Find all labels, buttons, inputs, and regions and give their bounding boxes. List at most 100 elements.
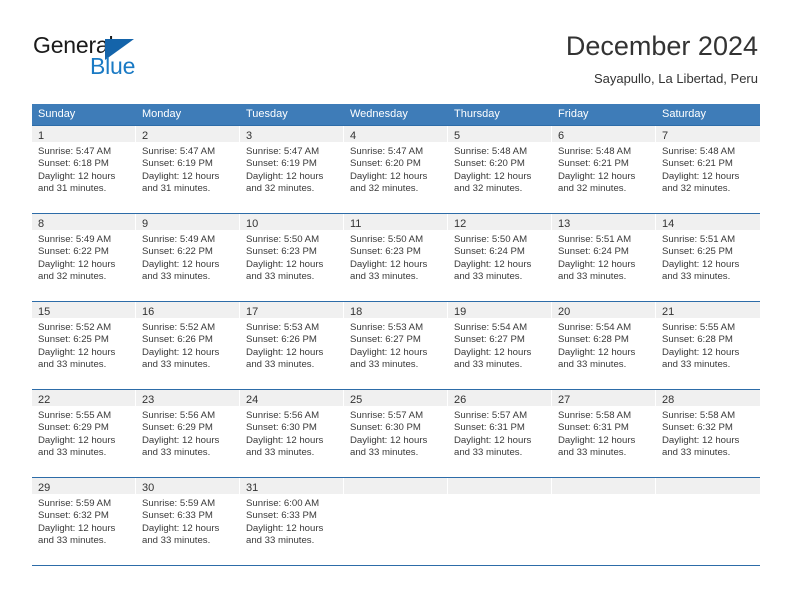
daylight-text-line2: and 33 minutes. [662,447,731,459]
day-number-band: 21 [656,302,760,318]
day-cell[interactable]: 4 Sunrise: 5:47 AM Sunset: 6:20 PM Daylight… [344,126,448,213]
day-cell[interactable]: 25 Sunrise: 5:57 AM Sunset: 6:30 PM Dayligh… [344,390,448,477]
daylight-text-line2: and 32 minutes. [350,183,419,195]
day-cell[interactable]: 26 Sunrise: 5:57 AM Sunset: 6:31 PM Dayligh… [448,390,552,477]
sunrise-text: Sunrise: 5:48 AM [662,146,736,157]
day-number-band: 14 [656,214,760,230]
day-info: Sunrise: 5:47 AM Sunset: 6:20 PM Daylight:… [344,142,447,196]
daylight-text-line2: and 33 minutes. [558,271,627,283]
daylight-text-line2: and 33 minutes. [454,359,523,371]
day-cell[interactable]: 14 Sunrise: 5:51 AM Sunset: 6:25 PM Dayligh… [656,214,760,301]
day-cell[interactable]: 28 Sunrise: 5:58 AM Sunset: 6:32 PM Dayligh… [656,390,760,477]
day-number-band: 27 [552,390,655,406]
day-cell[interactable]: 31 Sunrise: 6:00 AM Sunset: 6:33 PM Dayligh… [240,478,344,565]
sunrise-text: Sunrise: 5:47 AM [246,146,320,157]
day-cell-empty [448,478,552,565]
sunrise-text: Sunrise: 5:54 AM [558,322,632,333]
day-number: 28 [662,394,675,406]
daylight-text-line1: Daylight: 12 hours [38,170,116,182]
sunset-text: Sunset: 6:19 PM [246,158,317,170]
day-number: 19 [454,306,467,318]
day-number: 16 [142,306,155,318]
day-cell[interactable]: 19 Sunrise: 5:54 AM Sunset: 6:27 PM Dayligh… [448,302,552,389]
day-cell[interactable]: 7 Sunrise: 5:48 AM Sunset: 6:21 PM Daylight… [656,126,760,213]
daylight-text-line2: and 31 minutes. [38,183,107,195]
sunset-text: Sunset: 6:32 PM [662,422,733,434]
day-number: 4 [350,130,357,142]
day-cell[interactable]: 21 Sunrise: 5:55 AM Sunset: 6:28 PM Dayligh… [656,302,760,389]
sunrise-text: Sunrise: 5:50 AM [246,234,320,245]
day-cell[interactable]: 5 Sunrise: 5:48 AM Sunset: 6:20 PM Daylight… [448,126,552,213]
day-info: Sunrise: 5:48 AM Sunset: 6:21 PM Daylight:… [656,142,760,196]
daylight-text-line2: and 33 minutes. [350,271,419,283]
sunrise-text: Sunrise: 5:52 AM [38,322,112,333]
day-info: Sunrise: 5:47 AM Sunset: 6:19 PM Daylight:… [240,142,343,196]
day-number-band: 18 [344,302,447,318]
logo-word-blue: Blue [90,53,136,79]
day-number-band: 11 [344,214,447,230]
sunset-text: Sunset: 6:22 PM [142,246,213,258]
daylight-text-line2: and 33 minutes. [662,359,731,371]
day-cell[interactable]: 23 Sunrise: 5:56 AM Sunset: 6:29 PM Dayligh… [136,390,240,477]
daylight-text-line2: and 32 minutes. [454,183,523,195]
daylight-text-line2: and 32 minutes. [38,271,107,283]
day-info: Sunrise: 5:49 AM Sunset: 6:22 PM Daylight:… [32,230,135,284]
day-cell[interactable]: 9 Sunrise: 5:49 AM Sunset: 6:22 PM Daylight… [136,214,240,301]
day-cell[interactable]: 20 Sunrise: 5:54 AM Sunset: 6:28 PM Dayligh… [552,302,656,389]
sunrise-text: Sunrise: 5:55 AM [38,410,112,421]
day-info: Sunrise: 5:48 AM Sunset: 6:21 PM Daylight:… [552,142,655,196]
day-cell[interactable]: 1 Sunrise: 5:47 AM Sunset: 6:18 PM Daylight… [32,126,136,213]
day-cell[interactable]: 30 Sunrise: 5:59 AM Sunset: 6:33 PM Dayligh… [136,478,240,565]
sunrise-text: Sunrise: 5:54 AM [454,322,528,333]
day-number-band [656,478,760,494]
day-cell[interactable]: 16 Sunrise: 5:52 AM Sunset: 6:26 PM Dayligh… [136,302,240,389]
day-cell[interactable]: 10 Sunrise: 5:50 AM Sunset: 6:23 PM Dayligh… [240,214,344,301]
day-info: Sunrise: 5:59 AM Sunset: 6:33 PM Daylight:… [136,494,239,548]
day-number: 22 [38,394,51,406]
daylight-text-line1: Daylight: 12 hours [142,170,220,182]
day-number-band: 4 [344,126,447,142]
calendar-week-row: 22 Sunrise: 5:55 AM Sunset: 6:29 PM Dayligh… [32,389,760,477]
sunset-text: Sunset: 6:25 PM [662,246,733,258]
day-number-band [552,478,655,494]
sunrise-text: Sunrise: 5:50 AM [350,234,424,245]
day-cell[interactable]: 2 Sunrise: 5:47 AM Sunset: 6:19 PM Daylight… [136,126,240,213]
daylight-text-line1: Daylight: 12 hours [350,170,428,182]
day-cell[interactable]: 6 Sunrise: 5:48 AM Sunset: 6:21 PM Daylight… [552,126,656,213]
sunset-text: Sunset: 6:18 PM [38,158,109,170]
day-cell[interactable]: 27 Sunrise: 5:58 AM Sunset: 6:31 PM Dayligh… [552,390,656,477]
sunrise-text: Sunrise: 5:53 AM [350,322,424,333]
daylight-text-line2: and 33 minutes. [38,535,107,547]
day-cell[interactable]: 24 Sunrise: 5:56 AM Sunset: 6:30 PM Dayligh… [240,390,344,477]
day-number: 23 [142,394,155,406]
day-cell[interactable]: 29 Sunrise: 5:59 AM Sunset: 6:32 PM Dayligh… [32,478,136,565]
daylight-text-line2: and 33 minutes. [246,271,315,283]
daylight-text-line1: Daylight: 12 hours [246,346,324,358]
day-cell[interactable]: 8 Sunrise: 5:49 AM Sunset: 6:22 PM Daylight… [32,214,136,301]
day-number: 11 [350,218,362,230]
day-number: 2 [142,130,149,142]
day-cell[interactable]: 3 Sunrise: 5:47 AM Sunset: 6:19 PM Daylight… [240,126,344,213]
sunrise-text: Sunrise: 5:57 AM [454,410,528,421]
daylight-text-line1: Daylight: 12 hours [350,434,428,446]
day-number: 27 [558,394,571,406]
general-blue-logo[interactable]: General Blue [33,32,213,84]
daylight-text-line1: Daylight: 12 hours [454,170,532,182]
day-cell[interactable]: 15 Sunrise: 5:52 AM Sunset: 6:25 PM Dayligh… [32,302,136,389]
day-cell[interactable]: 22 Sunrise: 5:55 AM Sunset: 6:29 PM Dayligh… [32,390,136,477]
day-cell[interactable]: 13 Sunrise: 5:51 AM Sunset: 6:24 PM Dayligh… [552,214,656,301]
sunrise-text: Sunrise: 5:56 AM [246,410,320,421]
sunrise-text: Sunrise: 5:58 AM [558,410,632,421]
day-number-band: 6 [552,126,655,142]
day-cell[interactable]: 11 Sunrise: 5:50 AM Sunset: 6:23 PM Dayligh… [344,214,448,301]
daylight-text-line1: Daylight: 12 hours [38,434,116,446]
day-cell[interactable]: 18 Sunrise: 5:53 AM Sunset: 6:27 PM Dayligh… [344,302,448,389]
day-number-band: 22 [32,390,135,406]
day-cell[interactable]: 12 Sunrise: 5:50 AM Sunset: 6:24 PM Dayligh… [448,214,552,301]
day-cell[interactable]: 17 Sunrise: 5:53 AM Sunset: 6:26 PM Dayligh… [240,302,344,389]
day-number-band: 19 [448,302,551,318]
day-number: 31 [246,482,259,494]
day-info: Sunrise: 5:57 AM Sunset: 6:30 PM Daylight:… [344,406,447,460]
sunset-text: Sunset: 6:26 PM [246,334,317,346]
sunrise-text: Sunrise: 6:00 AM [246,498,320,509]
